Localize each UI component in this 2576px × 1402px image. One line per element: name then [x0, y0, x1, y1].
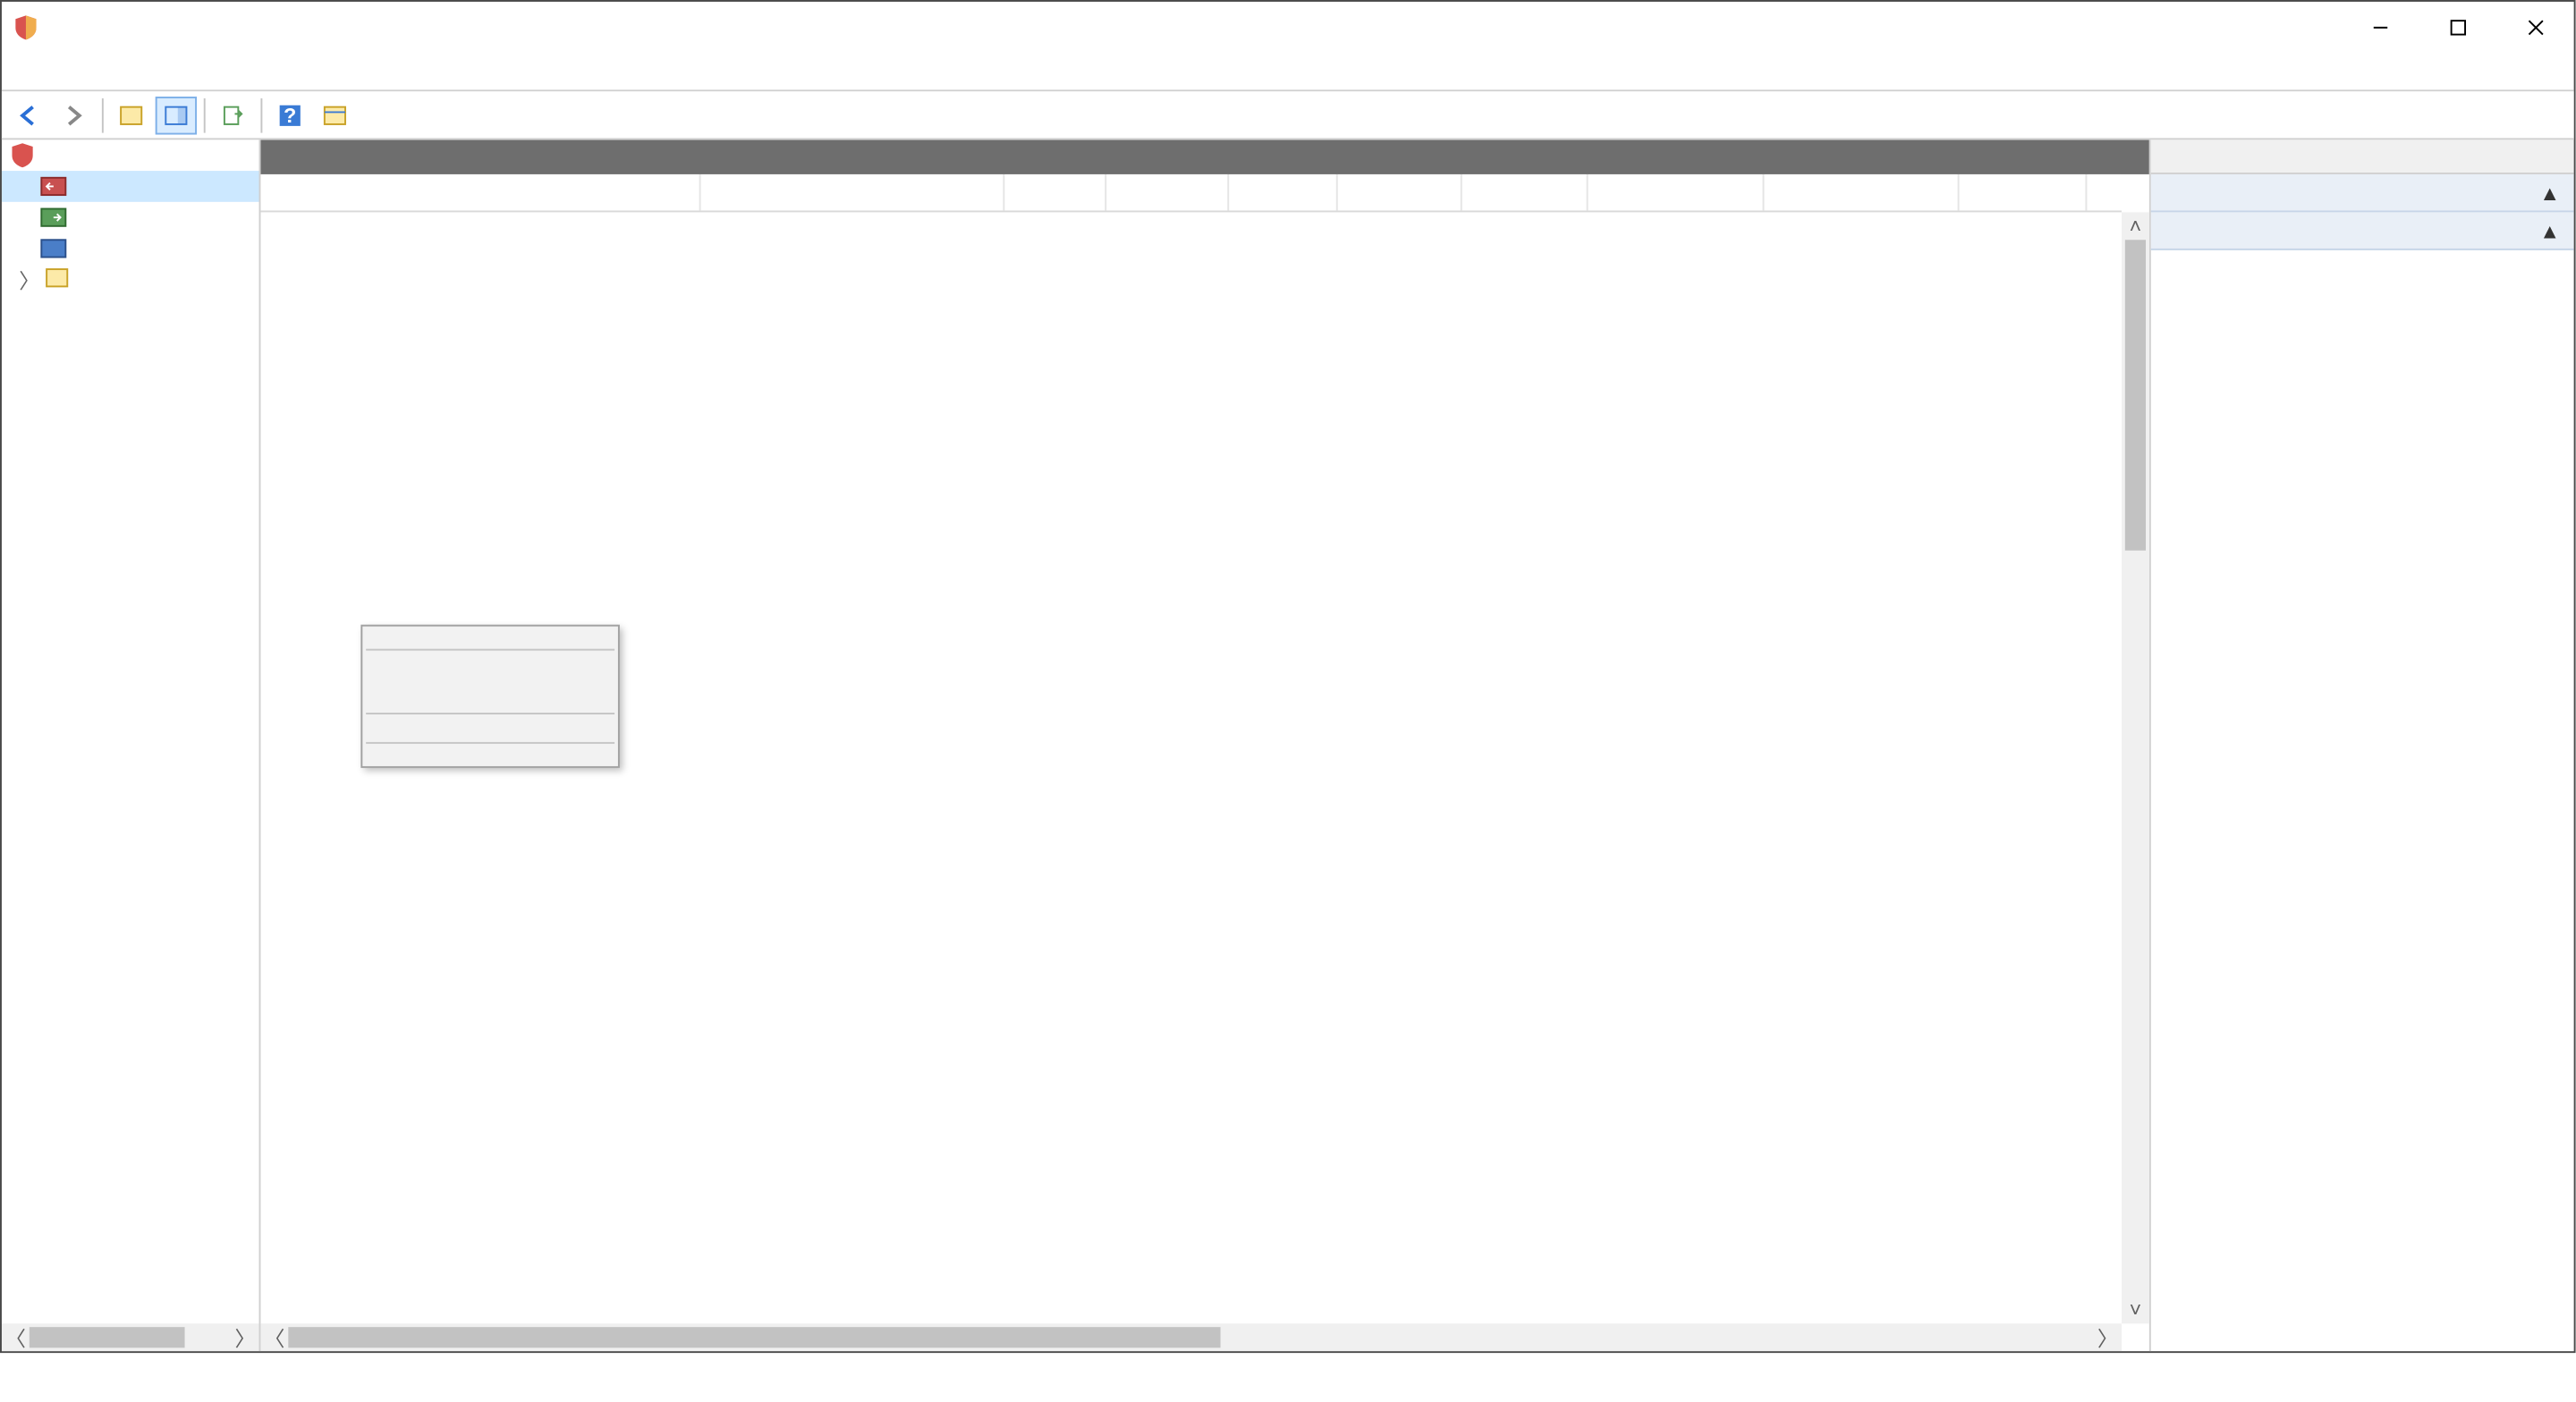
column-local-address[interactable] — [1589, 174, 1765, 211]
forward-button[interactable] — [54, 96, 95, 133]
rules-panel-header — [260, 139, 2148, 174]
minimize-button[interactable] — [2341, 2, 2419, 54]
menu-view[interactable] — [81, 68, 116, 75]
view-button[interactable] — [314, 96, 355, 133]
toolbar: ? — [2, 91, 2574, 139]
actions-section-inbound[interactable]: ▲ — [2151, 174, 2574, 212]
scroll-up-icon[interactable]: ˄ — [2122, 212, 2149, 240]
column-headers — [260, 174, 2122, 212]
show-hide-action-pane-button[interactable] — [156, 96, 197, 133]
close-button[interactable] — [2496, 2, 2574, 54]
scroll-down-icon[interactable]: ˅ — [2122, 1296, 2149, 1323]
scope-tree: 〉 〈 〉 — [2, 139, 261, 1351]
tree-inbound-rules[interactable] — [2, 171, 259, 202]
column-enabled[interactable] — [1106, 174, 1229, 211]
column-override[interactable] — [1338, 174, 1462, 211]
tree-outbound-rules[interactable] — [2, 202, 259, 233]
column-group[interactable] — [701, 174, 1005, 211]
collapse-icon: ▲ — [2539, 218, 2560, 242]
vertical-scrollbar[interactable]: ˄ ˅ — [2122, 212, 2149, 1323]
back-button[interactable] — [9, 96, 50, 133]
svg-text:?: ? — [284, 103, 296, 126]
firewall-shield-icon — [13, 13, 40, 41]
column-name[interactable] — [260, 174, 700, 211]
monitoring-icon — [43, 266, 71, 293]
scroll-left-icon[interactable]: 〈 — [260, 1323, 288, 1351]
column-program[interactable] — [1462, 174, 1589, 211]
collapse-icon: ▲ — [2539, 181, 2560, 205]
context-menu — [360, 625, 620, 768]
context-cut[interactable] — [362, 655, 618, 672]
context-help[interactable] — [362, 749, 618, 766]
menu-action[interactable] — [47, 68, 81, 75]
scrollbar-thumb[interactable] — [2125, 240, 2146, 550]
actions-pane: ▲ ▲ — [2149, 139, 2574, 1351]
column-profile[interactable] — [1004, 174, 1106, 211]
actions-section-rule[interactable]: ▲ — [2151, 212, 2574, 249]
tree-monitoring[interactable]: 〉 — [2, 264, 259, 295]
column-protocol[interactable] — [1960, 174, 2088, 211]
rules-panel: ˄ ˅ 〈 〉 — [260, 139, 2148, 1351]
connection-security-icon — [39, 234, 67, 262]
menubar — [2, 54, 2574, 91]
column-action[interactable] — [1229, 174, 1338, 211]
scrollbar-thumb[interactable] — [30, 1327, 185, 1347]
menu-file[interactable] — [13, 68, 47, 75]
scroll-right-icon[interactable]: 〉 — [2094, 1323, 2122, 1351]
export-button[interactable] — [212, 96, 253, 133]
app-window: ? 〉 — [0, 0, 2576, 1353]
menu-help[interactable] — [115, 68, 150, 75]
actions-header — [2151, 139, 2574, 174]
help-button[interactable]: ? — [269, 96, 310, 133]
firewall-shield-icon — [9, 141, 37, 169]
context-copy[interactable] — [362, 673, 618, 690]
titlebar — [2, 2, 2574, 54]
horizontal-scrollbar[interactable]: 〈 〉 — [260, 1323, 2122, 1351]
tree-root[interactable] — [2, 139, 259, 171]
scrollbar-thumb[interactable] — [288, 1327, 1220, 1347]
tree-connection-security[interactable] — [2, 233, 259, 265]
outbound-rules-icon — [39, 204, 67, 232]
scroll-left-icon[interactable]: 〈 — [2, 1323, 30, 1351]
column-remote-address[interactable] — [1764, 174, 1959, 211]
show-hide-tree-button[interactable] — [111, 96, 152, 133]
tree-horizontal-scrollbar[interactable]: 〈 〉 — [2, 1323, 259, 1351]
maximize-button[interactable] — [2419, 2, 2496, 54]
context-enable-rule[interactable] — [362, 627, 618, 644]
context-delete[interactable] — [362, 690, 618, 707]
inbound-rules-icon — [39, 173, 67, 200]
context-properties[interactable] — [362, 720, 618, 737]
content-area: 〉 〈 〉 — [2, 139, 2574, 1351]
expand-icon[interactable]: 〉 — [19, 265, 36, 294]
scroll-right-icon[interactable]: 〉 — [232, 1323, 259, 1351]
